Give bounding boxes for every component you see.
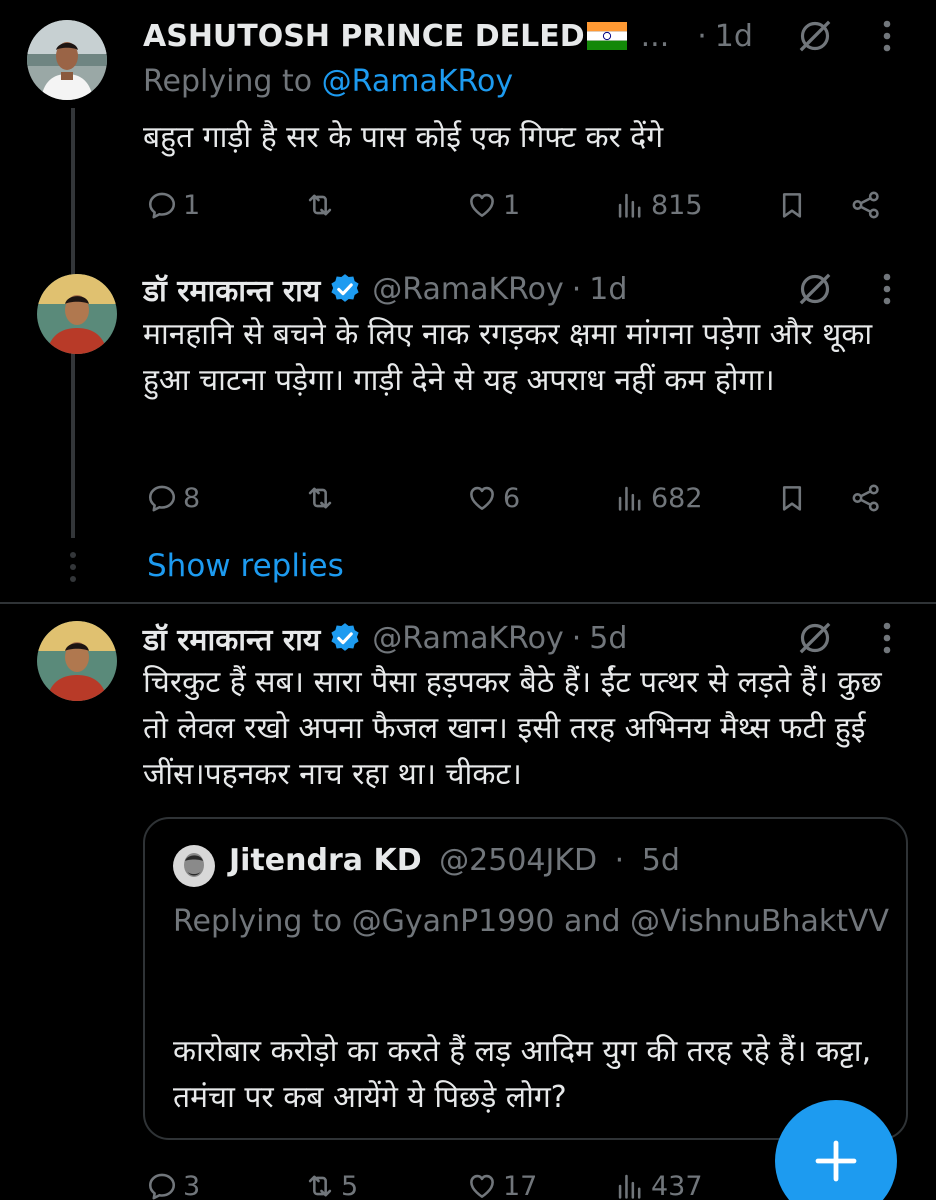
tweet-text: चिरकुट हैं सब। सारा पैसा हड़पकर बैठे हैं… <box>143 665 882 792</box>
more-options-icon[interactable] <box>880 620 894 656</box>
like-count: 1 <box>503 189 521 221</box>
share-button[interactable] <box>849 185 883 225</box>
heart-icon <box>465 188 499 222</box>
analytics-icon <box>613 481 647 515</box>
share-button[interactable] <box>849 478 883 518</box>
reply-count: 3 <box>183 1170 201 1200</box>
repost-count: 5 <box>341 1170 359 1200</box>
more-options-icon[interactable] <box>880 271 894 307</box>
name-ellipsis: ... <box>640 18 670 54</box>
timestamp[interactable]: 1d <box>589 272 627 307</box>
bookmark-button[interactable] <box>775 478 809 518</box>
replying-and: and <box>554 904 631 939</box>
action-bar: 1 1 815 <box>143 185 903 225</box>
views-button[interactable]: 815 <box>613 185 703 225</box>
action-bar: 8 6 682 <box>143 478 903 518</box>
replying-to-label: Replying to <box>173 904 352 939</box>
tweet-text: बहुत गाड़ी है सर के पास कोई एक गिफ्ट कर … <box>143 120 664 155</box>
quoted-tweet[interactable]: Jitendra KD @2504JKD · 5d Replying to @G… <box>143 817 908 1140</box>
repost-icon <box>303 481 337 515</box>
repost-button[interactable] <box>303 185 341 225</box>
avatar[interactable] <box>27 20 107 100</box>
bookmark-icon <box>775 481 809 515</box>
tweet-header: डॉ रमाकान्त राय @RamaKRoy · 5d <box>143 616 627 660</box>
heart-icon <box>465 1169 499 1200</box>
show-replies-link[interactable]: Show replies <box>147 548 344 584</box>
mention-gyanp1990: @GyanP1990 <box>351 904 555 939</box>
quoted-replying-to: Replying to @GyanP1990 and @VishnuBhaktV… <box>173 899 893 945</box>
analytics-icon <box>613 1169 647 1200</box>
views-button[interactable]: 437 <box>613 1166 703 1200</box>
bookmark-icon <box>775 188 809 222</box>
avatar[interactable] <box>37 621 117 701</box>
replying-to-label: Replying to <box>143 64 322 99</box>
display-name[interactable]: डॉ रमाकान्त राय <box>143 618 320 659</box>
plus-icon <box>815 1140 857 1182</box>
tweet-header: ASHUTOSH PRINCE DELED ... · 1d <box>143 14 753 58</box>
mention-vishnubhaktvv: @VishnuBhaktVV <box>630 904 890 939</box>
analytics-icon <box>613 188 647 222</box>
india-flag-icon <box>586 22 627 50</box>
grok-icon[interactable] <box>795 618 835 658</box>
replying-to: Replying to @RamaKRoy <box>143 64 513 99</box>
quoted-text: कारोबार करोड़ो का करते हैं लड़ आदिम युग … <box>173 1034 872 1115</box>
bookmark-button[interactable] <box>775 185 809 225</box>
repost-icon <box>303 1169 337 1200</box>
verified-badge-icon <box>328 621 362 655</box>
views-button[interactable]: 682 <box>613 478 703 518</box>
reply-button[interactable]: 3 <box>145 1166 200 1200</box>
view-count: 682 <box>651 482 703 514</box>
grok-icon[interactable] <box>795 269 835 309</box>
separator-dot: · <box>697 18 707 54</box>
share-icon <box>849 188 883 222</box>
timestamp[interactable]: 1d <box>715 19 753 54</box>
reply-count: 8 <box>183 482 201 514</box>
reply-icon <box>145 481 179 515</box>
display-name[interactable]: डॉ रमाकान्त राय <box>143 269 320 310</box>
reply-button[interactable]: 8 <box>145 478 200 518</box>
grok-icon[interactable] <box>795 16 835 56</box>
quoted-handle[interactable]: @2504JKD <box>439 843 597 878</box>
timestamp[interactable]: 5d <box>589 621 627 656</box>
user-handle[interactable]: @RamaKRoy <box>372 272 563 307</box>
divider <box>0 602 936 604</box>
view-count: 437 <box>651 1170 703 1200</box>
reply-icon <box>145 188 179 222</box>
tweet-header: डॉ रमाकान्त राय @RamaKRoy · 1d <box>143 267 627 311</box>
avatar[interactable] <box>37 274 117 354</box>
reply-icon <box>145 1169 179 1200</box>
repost-icon <box>303 188 337 222</box>
repost-button[interactable]: 5 <box>303 1166 358 1200</box>
separator-dot: · <box>571 620 582 656</box>
like-count: 17 <box>503 1170 538 1200</box>
separator-dot: · <box>571 271 582 307</box>
quoted-timestamp: 5d <box>641 843 680 878</box>
thread-more-dots <box>68 552 78 588</box>
share-icon <box>849 481 883 515</box>
like-count: 6 <box>503 482 521 514</box>
quoted-display-name[interactable]: Jitendra KD <box>229 843 422 878</box>
mention-link[interactable]: @RamaKRoy <box>322 64 513 99</box>
tweet-text: मानहानि से बचने के लिए नाक रगड़कर क्षमा … <box>143 317 873 398</box>
separator-dot: · <box>614 843 625 878</box>
like-button[interactable]: 1 <box>465 185 520 225</box>
avatar[interactable] <box>173 845 215 887</box>
repost-button[interactable] <box>303 478 341 518</box>
user-handle[interactable]: @RamaKRoy <box>372 621 563 656</box>
display-name[interactable]: ASHUTOSH PRINCE DELED <box>143 19 585 54</box>
like-button[interactable]: 6 <box>465 478 520 518</box>
quoted-header: Jitendra KD @2504JKD · 5d <box>229 843 680 878</box>
more-options-icon[interactable] <box>880 18 894 54</box>
reply-button[interactable]: 1 <box>145 185 200 225</box>
heart-icon <box>465 481 499 515</box>
verified-badge-icon <box>328 272 362 306</box>
view-count: 815 <box>651 189 703 221</box>
reply-count: 1 <box>183 189 201 221</box>
like-button[interactable]: 17 <box>465 1166 537 1200</box>
